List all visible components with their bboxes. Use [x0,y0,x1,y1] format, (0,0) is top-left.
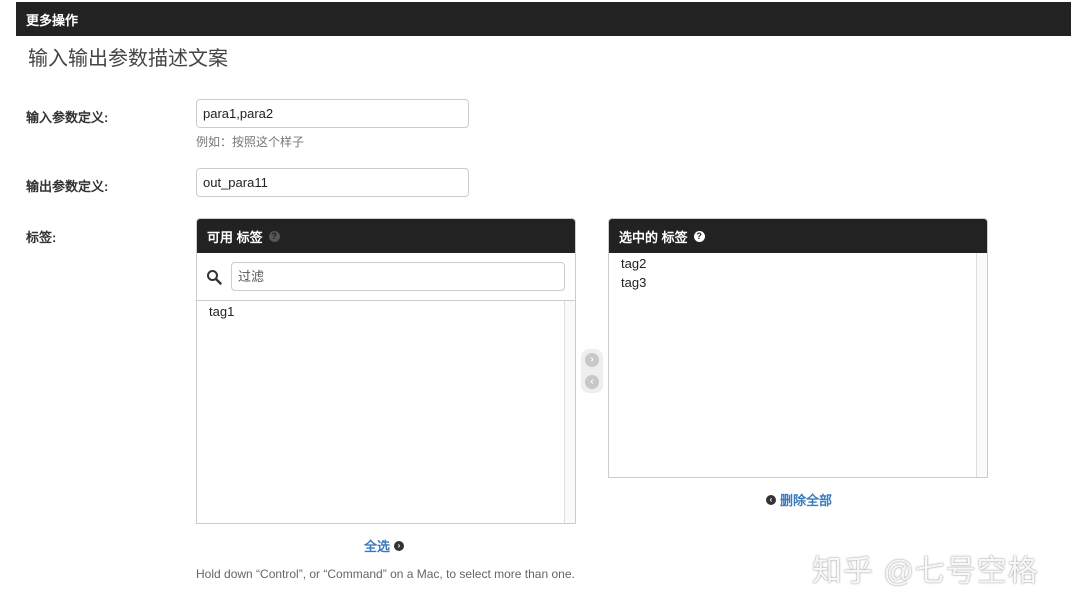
available-tags-box: 可用 标签 ? tag1 [196,218,576,524]
output-params-label: 输出参数定义: [26,179,109,194]
top-bar: 更多操作 [16,2,1071,36]
choose-all-label: 全选 [364,539,391,554]
selected-tags-header: 选中的 标签 ? [609,219,987,253]
move-controls: › ‹ [581,349,603,393]
list-item[interactable]: tag1 [197,302,575,321]
remove-all-label: 删除全部 [780,493,833,508]
selected-tags-title: 选中的 标签 [619,229,688,245]
search-icon [207,270,222,285]
input-params-field[interactable] [196,99,469,128]
top-bar-title: 更多操作 [26,12,79,28]
move-left-arrow-icon[interactable]: ‹ [585,375,599,389]
selected-tags-list[interactable]: tag2 tag3 [609,253,987,477]
tags-label: 标签: [26,230,57,245]
choose-all-link[interactable]: 全选 › [364,536,405,555]
selected-tags-scrollbar[interactable] [976,253,987,477]
circle-arrow-right-icon: › [394,540,405,551]
input-params-help: 例如：按照这个样子 [196,135,305,149]
available-tags-scrollbar[interactable] [564,301,575,523]
circle-arrow-left-icon: ‹ [766,494,776,505]
input-params-label: 输入参数定义: [26,110,109,125]
help-icon[interactable]: ? [693,230,705,242]
move-right-arrow-icon[interactable]: › [585,353,599,367]
available-tags-header: 可用 标签 ? [197,219,575,253]
list-item[interactable]: tag2 [609,254,987,273]
available-tags-list[interactable]: tag1 [197,301,575,523]
multi-select-help: Hold down “Control”, or “Command” on a M… [196,567,575,581]
filter-input[interactable] [231,262,565,291]
available-tags-title: 可用 标签 [207,229,263,245]
output-params-field[interactable] [196,168,469,197]
remove-all-link[interactable]: ‹ 删除全部 [766,490,832,509]
filter-row [197,253,575,301]
help-icon[interactable]: ? [268,230,280,242]
selected-tags-box: 选中的 标签 ? tag2 tag3 [608,218,988,478]
list-item[interactable]: tag3 [609,273,987,292]
watermark: 知乎 @七号空格 [812,555,1039,588]
page-heading: 输入输出参数描述文案 [28,48,228,70]
